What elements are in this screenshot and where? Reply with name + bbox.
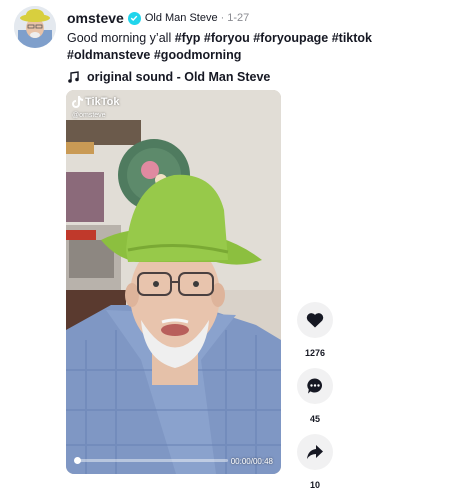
like-action: 1276 <box>296 302 334 360</box>
video-player[interactable]: TikTok @omsteve 00:00/00:48 <box>66 90 281 474</box>
hashtag-foryoupage[interactable]: #foryoupage <box>253 31 328 45</box>
post-description: Good morning y’all #fyp #foryou #foryoup… <box>67 30 447 64</box>
share-action: 10 <box>296 434 334 492</box>
post-date: 1-27 <box>227 12 250 24</box>
description-text: Good morning y’all <box>67 31 175 45</box>
share-button[interactable] <box>297 434 333 470</box>
video-frame <box>66 90 281 474</box>
music-title: original sound - Old Man Steve <box>87 70 271 84</box>
progress-handle[interactable] <box>74 457 81 464</box>
nickname[interactable]: Old Man Steve <box>145 12 218 24</box>
action-bar: 1276 45 10 <box>296 302 334 500</box>
avatar-image <box>14 6 56 48</box>
music-note-icon <box>68 71 79 83</box>
heart-icon <box>306 313 324 328</box>
verified-check-icon <box>127 11 141 25</box>
comment-count: 45 <box>309 414 320 424</box>
watermark-brand: TikTok <box>85 96 120 108</box>
video-time: 00:00/00:48 <box>230 457 273 466</box>
tiktok-watermark: TikTok <box>72 96 119 108</box>
hashtag-goodmorning[interactable]: #goodmorning <box>154 48 242 62</box>
progress-bar[interactable] <box>74 457 228 464</box>
tiktok-logo-icon <box>72 96 83 108</box>
comment-action: 45 <box>296 368 334 426</box>
comment-icon <box>307 378 323 394</box>
hashtag-tiktok[interactable]: #tiktok <box>332 31 372 45</box>
music-link[interactable]: original sound - Old Man Steve <box>67 70 447 84</box>
like-button[interactable] <box>297 302 333 338</box>
hashtag-fyp[interactable]: #fyp <box>175 31 201 45</box>
watermark-handle: @omsteve <box>72 112 106 119</box>
avatar[interactable] <box>14 6 56 48</box>
like-count: 1276 <box>304 348 326 358</box>
author-row: omsteve Old Man Steve · 1-27 <box>67 10 447 26</box>
share-icon <box>307 445 323 459</box>
separator: · <box>220 12 225 24</box>
comment-button[interactable] <box>297 368 333 404</box>
username[interactable]: omsteve <box>67 10 124 26</box>
hashtag-foryou[interactable]: #foryou <box>204 31 250 45</box>
share-count: 10 <box>309 480 320 490</box>
hashtag-oldmansteve[interactable]: #oldmansteve <box>67 48 150 62</box>
post-header: omsteve Old Man Steve · 1-27 Good mornin… <box>67 10 447 84</box>
